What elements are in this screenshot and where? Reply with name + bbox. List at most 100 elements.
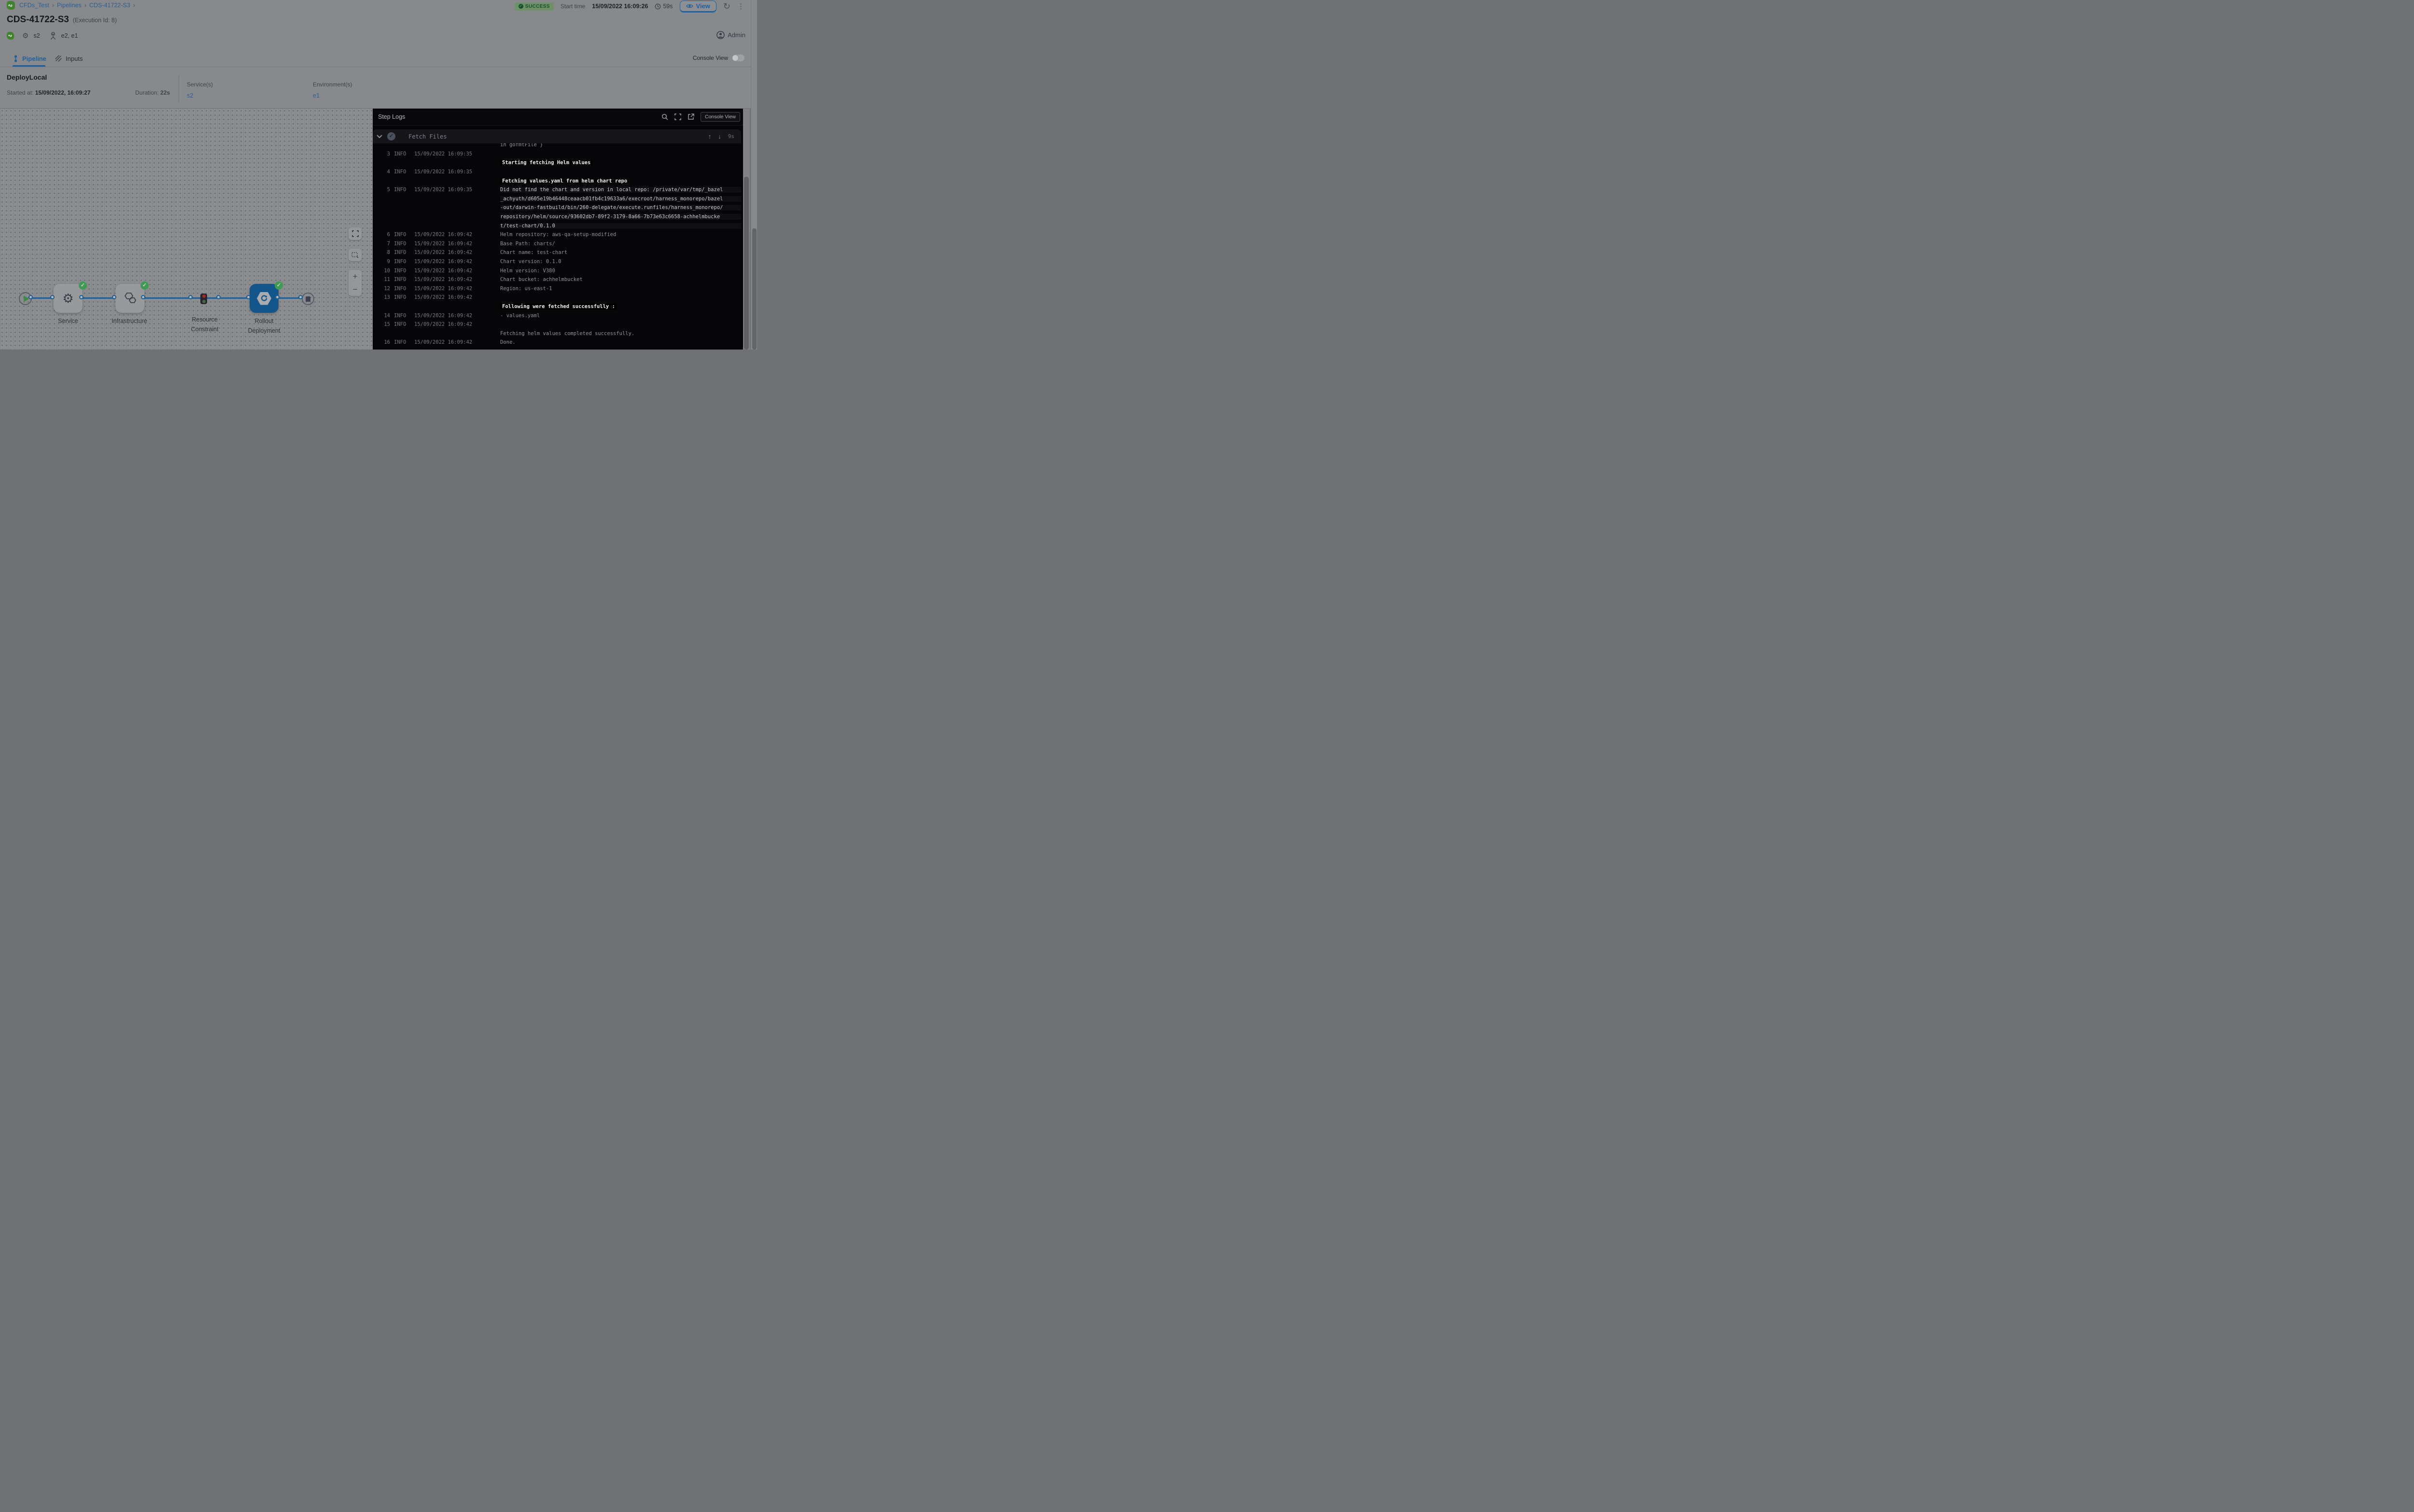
console-view-control: Console View <box>693 55 744 61</box>
log-row: 8INFO15/09/2022 16:09:42Chart name: test… <box>373 248 741 257</box>
breadcrumb-link[interactable]: CDS-41722-S3 <box>89 2 130 9</box>
canvas-zoom-control[interactable]: + − <box>349 270 362 296</box>
inputs-icon <box>55 55 62 62</box>
log-section-header[interactable]: ✓ Fetch Files ↑ ↓ 9s <box>373 129 741 143</box>
zoom-in-icon[interactable]: + <box>353 272 358 280</box>
scroll-up-icon[interactable]: ↑ <box>708 133 712 140</box>
log-lv: INFO <box>394 250 411 255</box>
log-row: 4INFO15/09/2022 16:09:35 <box>373 168 741 177</box>
node-infrastructure[interactable] <box>115 284 144 313</box>
node-rollout-deployment[interactable] <box>250 284 279 313</box>
fullscreen-icon <box>352 230 359 237</box>
log-lv: INFO <box>394 268 411 274</box>
open-in-new-icon[interactable] <box>688 113 694 120</box>
log-row: t/test-chart/0.1.0 <box>373 221 741 230</box>
log-message: Fetching helm values completed successfu… <box>500 331 634 336</box>
log-ln: 11 <box>377 277 390 282</box>
log-tm: 15/09/2022 16:09:35 <box>414 151 482 157</box>
stage-duration: Duration: 22s <box>135 89 170 96</box>
log-row: Fetching values.yaml from helm chart rep… <box>373 176 741 185</box>
log-message: Chart name: test-chart <box>500 250 567 255</box>
page-title: CDS-41722-S3 <box>7 14 69 25</box>
step-logs-actions: Console View <box>661 112 740 122</box>
log-tm: 15/09/2022 16:09:42 <box>414 313 482 319</box>
log-ln: 8 <box>377 250 390 255</box>
log-tm: 15/09/2022 16:09:42 <box>414 268 482 274</box>
service-link[interactable]: s2 <box>187 92 213 99</box>
log-message: Fetching values.yaml from helm chart rep… <box>500 178 629 184</box>
canvas-select-button[interactable] <box>349 249 362 261</box>
log-section-actions: ↑ ↓ 9s <box>708 133 734 140</box>
console-view-toggle[interactable] <box>732 55 744 61</box>
toggle-knob <box>732 55 739 61</box>
log-message: t/test-chart/0.1.0 <box>500 223 741 229</box>
page-scrollbar-thumb[interactable] <box>752 228 757 350</box>
harness-logo-glyph-small <box>8 34 13 38</box>
console-view-button[interactable]: Console View <box>701 112 740 122</box>
log-row: -out/darwin-fastbuild/bin/260-delegate/e… <box>373 203 741 212</box>
environment-ref[interactable]: e2, e1 <box>61 32 78 39</box>
log-row: Following were fetched successfully : <box>373 302 741 311</box>
log-row: 16INFO15/09/2022 16:09:42Done. <box>373 338 741 347</box>
step-logs-panel: Step Logs Console View in gofmtFile }3IN… <box>373 109 743 350</box>
pipeline-canvas[interactable]: ⚙ ✓ ✓ ✓ Service Infrastructure ResourceC… <box>0 109 373 350</box>
user-menu[interactable]: Admin <box>716 31 745 39</box>
stage-name: DeployLocal <box>7 73 47 81</box>
harness-logo[interactable] <box>7 1 15 10</box>
node-label-rollout: RolloutDeployment <box>248 316 281 336</box>
log-tm: 15/09/2022 16:09:42 <box>414 259 482 265</box>
log-rows: in gofmtFile }3INFO15/09/2022 16:09:35St… <box>373 140 741 350</box>
step-logs-header: Step Logs Console View <box>373 109 743 126</box>
log-row: 5INFO15/09/2022 16:09:35Did not find the… <box>373 185 741 195</box>
connector-port <box>28 295 33 299</box>
log-lv: INFO <box>394 339 411 345</box>
scroll-down-icon[interactable]: ↓ <box>718 133 721 140</box>
clock-icon <box>655 3 661 10</box>
log-row: 3INFO15/09/2022 16:09:35 <box>373 150 741 159</box>
log-ln: 10 <box>377 268 390 274</box>
stage-services: Service(s) s2 <box>187 81 213 99</box>
connector-port <box>141 295 145 299</box>
environment-link[interactable]: e1 <box>313 92 352 99</box>
view-button[interactable]: View <box>680 0 716 13</box>
harness-logo-small <box>7 32 14 40</box>
tab-inputs[interactable]: Inputs <box>55 51 83 66</box>
connector-port <box>275 295 280 299</box>
log-message: Done. <box>500 339 516 345</box>
kebab-menu-button[interactable]: ⋮ <box>737 3 744 10</box>
stage-environments: Environment(s) e1 <box>313 81 352 99</box>
expand-icon[interactable] <box>674 113 681 120</box>
connector-port <box>112 295 116 299</box>
tab-pipeline[interactable]: Pipeline <box>13 51 46 66</box>
connector-port <box>246 295 251 299</box>
log-row: Starting fetching Helm values <box>373 158 741 168</box>
node-infrastructure-success-icon: ✓ <box>140 281 149 290</box>
tab-bar: Pipeline Inputs Console View <box>0 51 757 67</box>
node-resource-constraint[interactable] <box>200 294 207 304</box>
service-ref[interactable]: s2 <box>33 32 40 39</box>
log-message: repository/helm/source/93602db7-89f2-317… <box>500 214 741 220</box>
log-message: -out/darwin-fastbuild/bin/260-delegate/e… <box>500 205 741 210</box>
breadcrumb-link[interactable]: CFDs_Test <box>19 2 49 9</box>
node-service[interactable]: ⚙ <box>54 284 83 313</box>
search-icon[interactable] <box>661 113 668 120</box>
log-tm: 15/09/2022 16:09:35 <box>414 187 482 193</box>
zoom-out-icon[interactable]: − <box>353 285 358 294</box>
refresh-button[interactable]: ↻ <box>723 2 730 11</box>
breadcrumb-link[interactable]: Pipelines <box>57 2 82 9</box>
meta-row: ⚙ s2 e2, e1 <box>7 31 78 41</box>
pipeline-end-node[interactable] <box>302 293 314 305</box>
execution-id: (Execution Id: 8) <box>73 17 117 24</box>
connector-port <box>298 295 303 299</box>
elapsed-time: 59s <box>655 3 673 10</box>
app-window: CFDs_Test›Pipelines›CDS-41722-S3› ✓SUCCE… <box>0 0 757 350</box>
canvas-fullscreen-button[interactable] <box>349 227 362 240</box>
log-ln: 5 <box>377 187 390 193</box>
log-tm: 15/09/2022 16:09:42 <box>414 277 482 282</box>
gear-icon: ⚙ <box>62 292 73 305</box>
chevron-down-icon[interactable] <box>377 135 382 138</box>
log-tm: 15/09/2022 16:09:42 <box>414 339 482 345</box>
log-ln: 12 <box>377 286 390 292</box>
log-scrollbar-thumb[interactable] <box>744 177 749 350</box>
log-lv: INFO <box>394 313 411 319</box>
